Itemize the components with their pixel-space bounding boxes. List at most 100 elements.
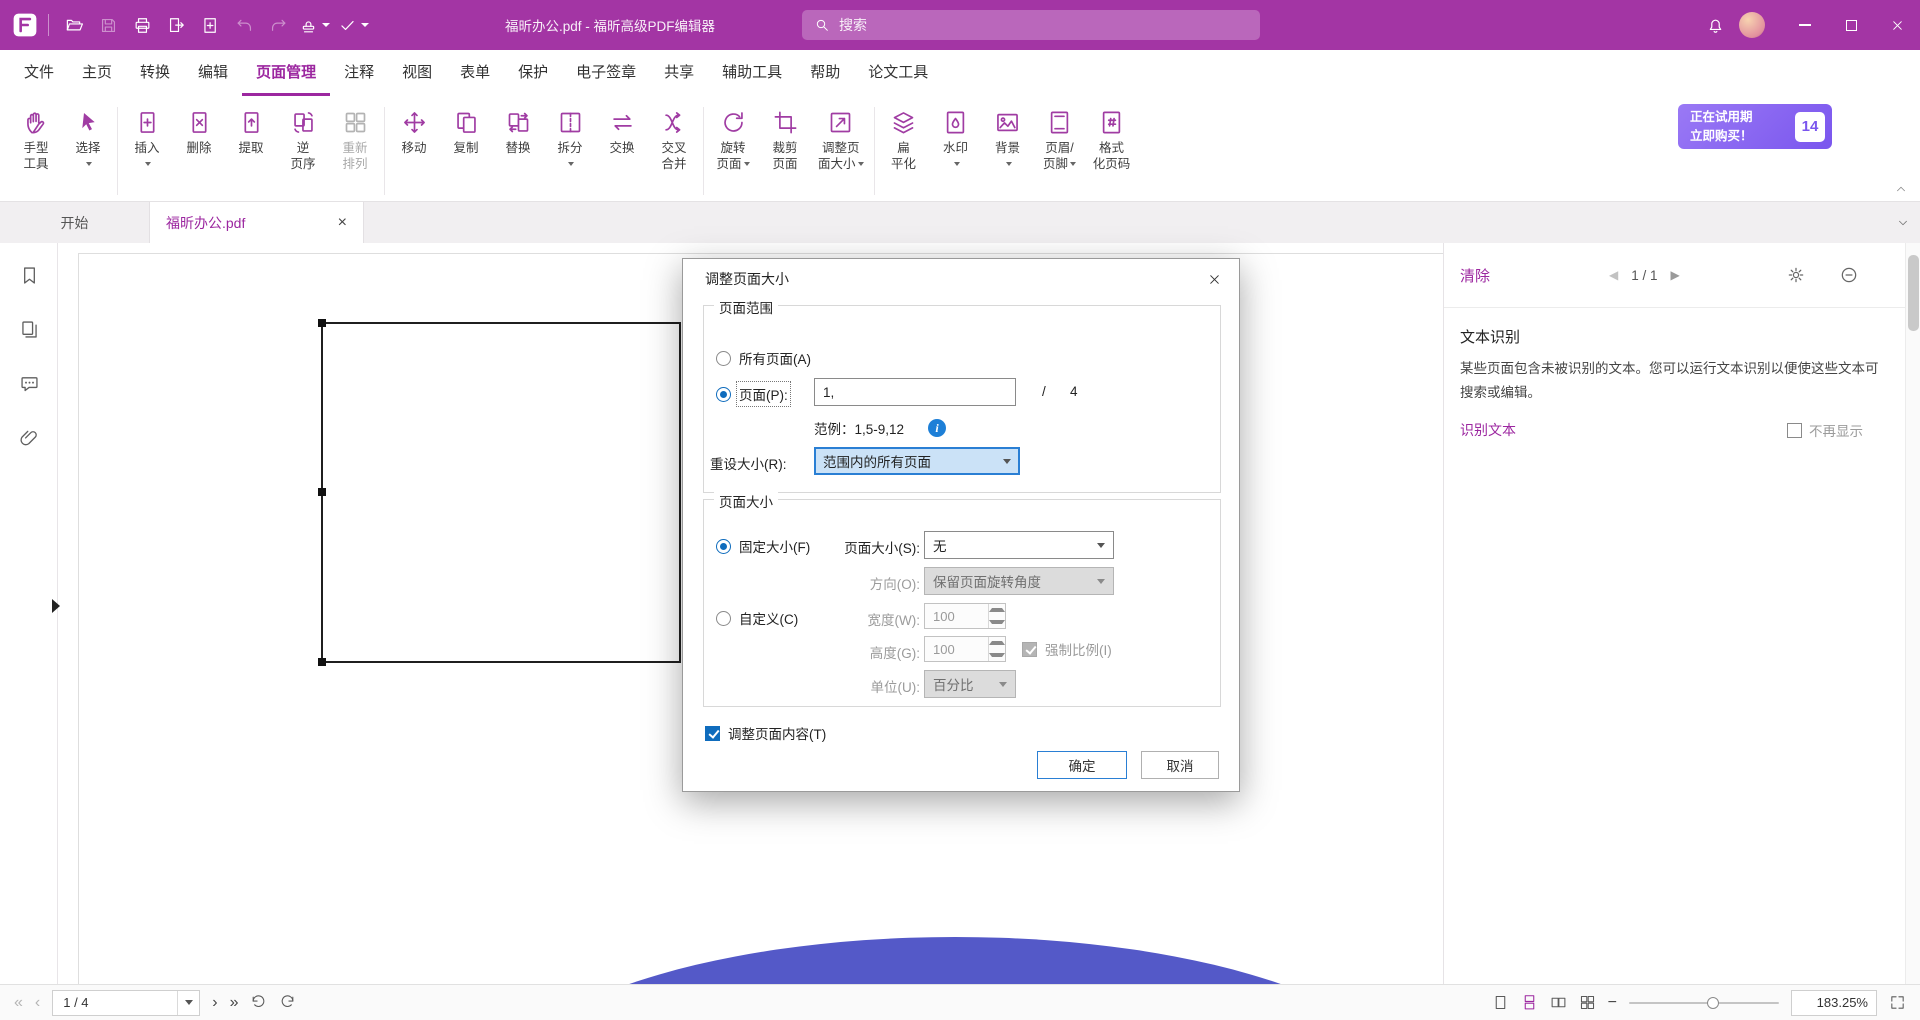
dialog-close-button[interactable] [1197,266,1231,293]
zoom-slider-thumb[interactable] [1707,997,1719,1009]
facing-view-button[interactable] [1550,994,1567,1011]
first-page-button[interactable]: « [14,995,23,1011]
prev-page-icon[interactable]: ◀ [1609,268,1618,282]
tab-close-icon[interactable]: × [338,214,347,232]
all-pages-radio[interactable] [716,351,731,366]
ribbon-delete-page-button[interactable]: 删除 [173,101,225,157]
pages-radio[interactable] [716,387,731,402]
adjust-content-checkbox[interactable] [705,726,720,741]
vertical-scrollbar[interactable] [1905,243,1920,984]
clear-button[interactable]: 清除 [1460,265,1490,286]
redo-button[interactable] [261,8,295,42]
resize-scope-select[interactable]: 范围内的所有页面 [814,447,1020,475]
avatar[interactable] [1739,12,1765,38]
ribbon-header-footer-button[interactable]: 页眉/页脚 [1034,101,1086,172]
cancel-button[interactable]: 取消 [1141,751,1219,779]
scrollbar-thumb[interactable] [1908,255,1919,331]
menu-主页[interactable]: 主页 [68,50,126,96]
rail-comments-button[interactable] [0,361,58,405]
ok-button[interactable]: 确定 [1037,751,1127,779]
close-button[interactable] [1874,0,1920,50]
info-icon[interactable]: i [928,419,946,437]
save-button[interactable] [91,8,125,42]
print-button[interactable] [125,8,159,42]
custom-size-radio[interactable] [716,611,731,626]
prev-page-button[interactable]: ‹ [35,995,40,1011]
minimize-button[interactable] [1782,0,1828,50]
autosave-button[interactable] [334,8,373,42]
menu-编辑[interactable]: 编辑 [184,50,242,96]
ribbon-collapse-button[interactable] [1894,182,1908,196]
dont-show-again[interactable]: 不再显示 [1787,420,1863,440]
ribbon-cross-merge-button[interactable]: 交叉合并 [648,101,700,172]
stamp-button[interactable] [295,8,334,42]
menu-帮助[interactable]: 帮助 [796,50,854,96]
page-dropdown-chevron[interactable] [177,991,199,1015]
ribbon-insert-page-button[interactable]: 插入 [121,101,173,172]
page-range-input[interactable]: 1, [814,378,1016,406]
undo-button[interactable] [227,8,261,42]
ribbon-extract-page-button[interactable]: 提取 [225,101,277,157]
trial-badge[interactable]: 正在试用期立即购买！ 14 [1678,104,1832,149]
menu-视图[interactable]: 视图 [388,50,446,96]
handle-bottom-left[interactable] [318,658,326,666]
menu-表单[interactable]: 表单 [446,50,504,96]
ribbon-flatten-page-button[interactable]: 扁平化 [878,101,930,172]
search-box[interactable]: 搜索 [802,10,1260,40]
menu-保护[interactable]: 保护 [504,50,562,96]
rail-pages-button[interactable] [0,307,58,351]
ribbon-crop-page-button[interactable]: 裁剪页面 [759,101,811,172]
panel-expand-arrow[interactable] [52,599,60,613]
handle-mid-left[interactable] [318,488,326,496]
ribbon-copy-page-button[interactable]: 复制 [440,101,492,157]
rail-bookmarks-button[interactable] [0,253,58,297]
next-page-button[interactable]: › [212,995,217,1011]
dialog-titlebar[interactable]: 调整页面大小 [683,259,1239,299]
menu-论文工具[interactable]: 论文工具 [854,50,942,96]
zoom-level-input[interactable]: 183.25% [1791,990,1877,1016]
ribbon-hand-tool-button[interactable]: 手型工具 [10,101,62,172]
new-doc-button[interactable] [193,8,227,42]
tab-scroll-chevron[interactable] [1896,202,1910,243]
ribbon-move-page-button[interactable]: 移动 [388,101,440,157]
ribbon-resize-page-button[interactable]: 调整页面大小 [811,101,871,172]
menu-文件[interactable]: 文件 [10,50,68,96]
ribbon-reverse-pages-button[interactable]: 逆页序 [277,101,329,172]
page-number-input[interactable]: 1 / 4 [52,990,200,1016]
ribbon-replace-page-button[interactable]: 替换 [492,101,544,157]
ribbon-rotate-page-button[interactable]: 旋转页面 [707,101,759,172]
ribbon-split-page-button[interactable]: 拆分 [544,101,596,172]
zoom-out-button[interactable]: − [1608,995,1617,1011]
menu-辅助工具[interactable]: 辅助工具 [708,50,796,96]
ribbon-background-button[interactable]: 背景 [982,101,1034,172]
rotate-ccw-button[interactable] [250,994,267,1011]
menu-页面管理[interactable]: 页面管理 [242,50,330,96]
next-page-icon[interactable]: ▶ [1671,268,1680,282]
dont-show-checkbox[interactable] [1787,423,1802,438]
selection-rectangle[interactable] [321,322,681,663]
fixed-size-radio[interactable] [716,539,731,554]
single-page-view-button[interactable] [1492,994,1509,1011]
gear-icon[interactable] [1786,265,1806,285]
zoom-slider[interactable] [1629,996,1779,1010]
tab-福昕办公.pdf[interactable]: 福昕办公.pdf× [150,202,364,243]
page-size-select[interactable]: 无 [924,531,1114,559]
rail-attachments-button[interactable] [0,415,58,459]
last-page-button[interactable]: » [230,995,239,1011]
open-file-button[interactable] [57,8,91,42]
menu-注释[interactable]: 注释 [330,50,388,96]
tab-开始[interactable]: 开始 [0,202,150,243]
continuous-view-button[interactable] [1521,994,1538,1011]
ribbon-swap-pages-button[interactable]: 交换 [596,101,648,157]
ribbon-select-cursor-button[interactable]: 选择 [62,101,114,172]
collapse-panel-icon[interactable] [1839,265,1859,285]
ribbon-format-page-number-button[interactable]: 格式化页码 [1086,101,1138,172]
handle-top-left[interactable] [318,319,326,327]
ribbon-watermark-button[interactable]: 水印 [930,101,982,172]
rotate-cw-button[interactable] [279,994,296,1011]
menu-电子签章[interactable]: 电子签章 [562,50,650,96]
notifications-button[interactable] [1706,16,1725,35]
export-button[interactable] [159,8,193,42]
maximize-button[interactable] [1828,0,1874,50]
menu-共享[interactable]: 共享 [650,50,708,96]
